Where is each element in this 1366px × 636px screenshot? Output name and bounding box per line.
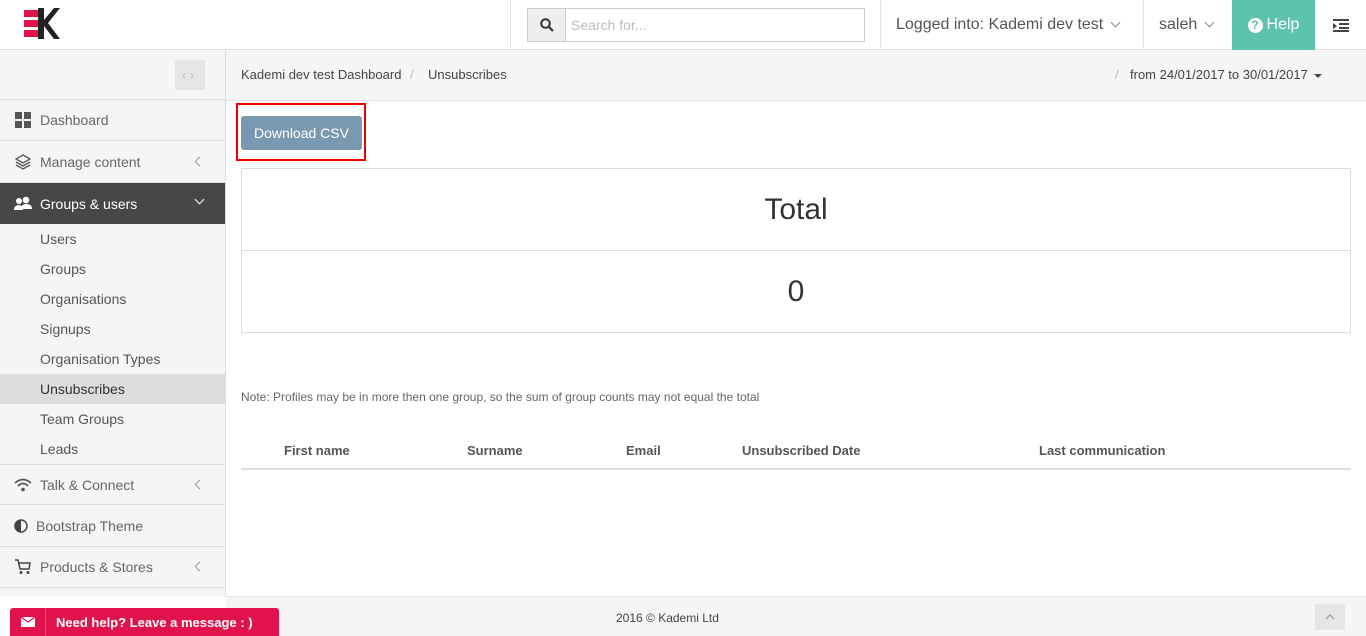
breadcrumb-separator: /: [410, 67, 414, 82]
wifi-icon: [0, 478, 40, 492]
copyright-text: 2016 © Kademi Ltd: [616, 611, 719, 625]
sidebar-subitem-team-groups[interactable]: Team Groups: [0, 404, 225, 434]
breadcrumb-home-link[interactable]: Kademi dev test Dashboard: [241, 67, 401, 82]
help-button[interactable]: ? Help: [1232, 0, 1315, 50]
sidebar-item-bootstrap-theme[interactable]: Bootstrap Theme: [0, 506, 225, 547]
column-header-email[interactable]: Email: [626, 443, 661, 458]
menu-indent-icon: [1332, 19, 1349, 32]
question-icon: ?: [1247, 17, 1263, 33]
username: saleh: [1159, 16, 1198, 33]
sidebar-item-label: Dashboard: [40, 112, 109, 128]
group-count-note: Note: Profiles may be in more then one g…: [241, 390, 760, 404]
sidebar-subitem-unsubscribes[interactable]: Unsubscribes: [0, 374, 225, 404]
account-switcher[interactable]: Logged into: Kademi dev test: [880, 0, 1143, 50]
sidebar-item-products-stores[interactable]: Products & Stores: [0, 547, 225, 588]
grid-icon: [0, 112, 40, 128]
sidebar-subitem-leads[interactable]: Leads: [0, 434, 225, 464]
unsubscribes-table-header: First name Surname Email Unsubscribed Da…: [241, 432, 1351, 470]
breadcrumb-separator: /: [1115, 67, 1119, 82]
footer: 2016 © Kademi Ltd: [226, 596, 1366, 636]
help-label: Help: [1266, 16, 1300, 33]
top-navbar: Logged into: Kademi dev test saleh ? Hel…: [0, 0, 1366, 50]
leave-message-label: Need help? Leave a message : ): [56, 614, 253, 630]
sidebar-item-manage-content[interactable]: Manage content: [0, 142, 225, 183]
column-header-first-name[interactable]: First name: [284, 443, 350, 458]
chevron-left-icon: [194, 479, 205, 490]
sidebar-subitem-organisations[interactable]: Organisations: [0, 284, 225, 314]
sidebar-item-dashboard[interactable]: Dashboard: [0, 100, 225, 141]
total-value: 0: [787, 275, 805, 308]
sidebar-item-talk-connect[interactable]: Talk & Connect: [0, 464, 225, 505]
sidebar-item-label: Products & Stores: [40, 559, 153, 575]
chevron-down-icon: [1110, 17, 1121, 28]
chevron-left-icon: [194, 156, 205, 167]
sidebar-toggle-row: ‹›: [0, 50, 225, 100]
sidebar: ‹› Dashboard Manage content Groups & use…: [0, 50, 226, 596]
breadcrumb-current: Unsubscribes: [428, 67, 507, 82]
search-input[interactable]: [566, 9, 864, 41]
total-header: Total: [242, 169, 1350, 251]
search-area: [510, 0, 880, 50]
column-header-last-communication[interactable]: Last communication: [1039, 443, 1165, 458]
sidebar-item-groups-users[interactable]: Groups & users: [0, 183, 225, 224]
sidebar-item-label: Groups & users: [40, 195, 138, 212]
sidebar-collapse-button[interactable]: ‹›: [175, 60, 205, 90]
date-range-label: from 24/01/2017 to 30/01/2017: [1130, 67, 1308, 82]
sidebar-item-label: Manage content: [40, 154, 141, 170]
total-table: Total 0: [241, 168, 1351, 333]
chevron-down-icon: [194, 194, 205, 205]
kademi-logo[interactable]: [24, 8, 60, 40]
date-range-picker[interactable]: from 24/01/2017 to 30/01/2017: [1130, 67, 1322, 82]
search-box: [527, 8, 865, 42]
chevron-up-icon: [1325, 614, 1335, 620]
leave-message-widget[interactable]: Need help? Leave a message : ): [10, 608, 279, 636]
user-menu[interactable]: saleh: [1143, 0, 1232, 50]
chevron-left-icon: [194, 561, 205, 572]
sidebar-item-label: Talk & Connect: [40, 476, 135, 493]
contrast-icon: [0, 519, 36, 533]
column-header-unsubscribed-date[interactable]: Unsubscribed Date: [742, 443, 860, 458]
envelope-icon: [10, 608, 46, 636]
search-icon: [539, 18, 554, 32]
users-icon: [0, 196, 40, 212]
breadcrumb: Kademi dev test Dashboard / Unsubscribes…: [226, 50, 1366, 101]
logged-into-label: Logged into: Kademi dev test: [896, 16, 1104, 33]
cart-icon: [0, 559, 40, 575]
right-menu-toggle[interactable]: [1315, 0, 1366, 50]
sidebar-subitem-organisation-types[interactable]: Organisation Types: [0, 344, 225, 374]
sidebar-subitem-signups[interactable]: Signups: [0, 314, 225, 344]
chevron-down-icon: [1204, 17, 1215, 28]
search-button[interactable]: [528, 9, 566, 41]
sidebar-subitem-groups[interactable]: Groups: [0, 254, 225, 284]
sidebar-subitem-users[interactable]: Users: [0, 224, 225, 254]
layers-icon: [0, 154, 40, 170]
download-csv-button[interactable]: Download CSV: [241, 116, 362, 150]
sidebar-item-label: Bootstrap Theme: [36, 518, 144, 534]
column-header-surname[interactable]: Surname: [467, 443, 523, 458]
scroll-to-top-button[interactable]: [1315, 604, 1345, 630]
caret-down-icon: [1313, 73, 1322, 78]
